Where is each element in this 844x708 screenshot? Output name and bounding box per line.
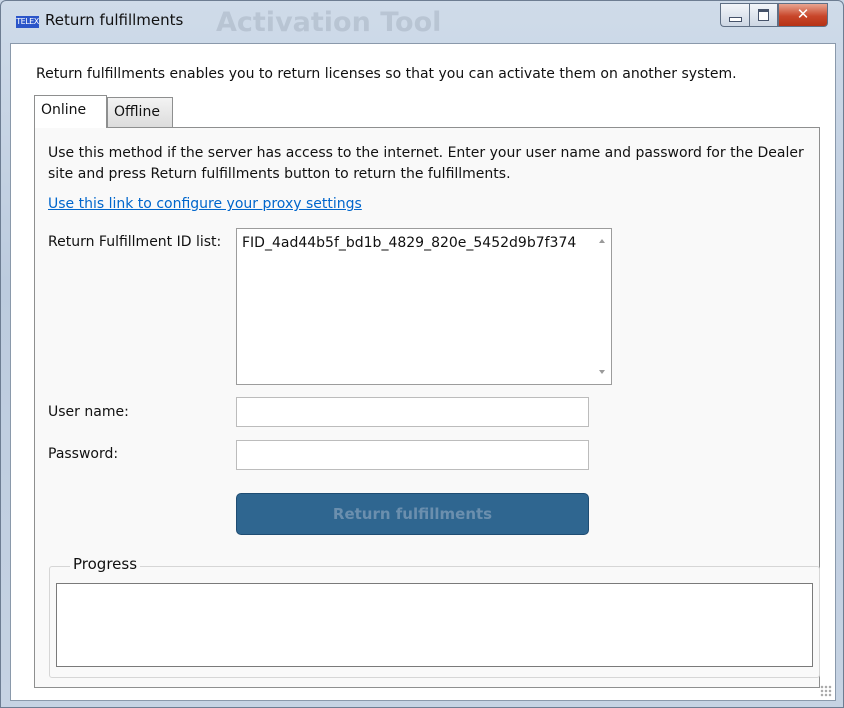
- return-fulfillments-window: TELEX Return fulfillments Activation Too…: [0, 0, 844, 708]
- return-fulfillments-button[interactable]: Return fulfillments: [236, 493, 589, 535]
- tab-offline[interactable]: Offline: [107, 97, 173, 127]
- close-icon: ✕: [796, 5, 810, 23]
- username-label: User name:: [48, 404, 129, 420]
- background-window-title: Activation Tool: [216, 7, 442, 38]
- fulfillment-id-list[interactable]: FID_4ad44b5f_bd1b_4829_820e_5452d9b7f374: [236, 228, 612, 385]
- fulfillment-id-value: FID_4ad44b5f_bd1b_4829_820e_5452d9b7f374: [242, 235, 577, 251]
- resize-grip-icon[interactable]: [820, 685, 832, 697]
- app-icon: TELEX: [16, 16, 39, 28]
- description-text: Return fulfillments enables you to retur…: [36, 66, 737, 82]
- username-field[interactable]: [236, 397, 589, 427]
- progress-output: [56, 583, 813, 667]
- title-bar[interactable]: TELEX Return fulfillments Activation Too…: [1, 1, 844, 43]
- proxy-settings-link[interactable]: Use this link to configure your proxy se…: [48, 196, 362, 212]
- scroll-down-icon[interactable]: [599, 370, 605, 374]
- progress-group: Progress: [49, 555, 820, 678]
- online-tab-panel: Use this method if the server has access…: [34, 127, 820, 688]
- client-area: Return fulfillments enables you to retur…: [10, 43, 836, 701]
- scroll-up-icon[interactable]: [599, 239, 605, 243]
- password-label: Password:: [48, 446, 119, 462]
- online-instructions: Use this method if the server has access…: [48, 145, 804, 182]
- maximize-button[interactable]: [749, 3, 778, 27]
- minimize-button[interactable]: [720, 3, 749, 27]
- window-title: Return fulfillments: [45, 11, 184, 29]
- password-field[interactable]: [236, 440, 589, 470]
- id-list-label: Return Fulfillment ID list:: [48, 234, 222, 250]
- tab-online[interactable]: Online: [34, 95, 107, 128]
- close-button[interactable]: ✕: [778, 3, 828, 27]
- progress-label: Progress: [70, 555, 141, 573]
